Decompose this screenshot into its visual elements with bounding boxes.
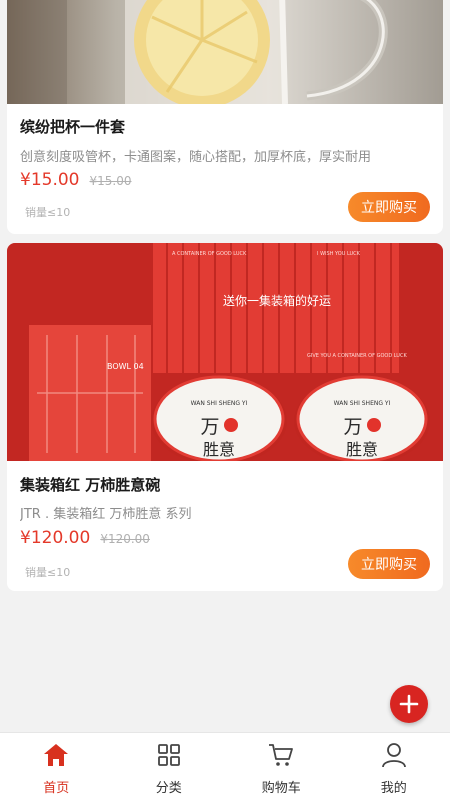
product-description: 创意刻度吸管杯，卡通图案，随心搭配，加厚杯底，厚实耐用	[20, 150, 372, 165]
lemon-glass-image	[7, 0, 443, 104]
product-card[interactable]: 缤纷把杯一件套 创意刻度吸管杯，卡通图案，随心搭配，加厚杯底，厚实耐用 ¥15.…	[7, 0, 443, 234]
price-row: ¥120.00 ¥120.00	[20, 528, 150, 548]
product-price: ¥15.00	[20, 170, 80, 190]
container-slogan: 送你一集装箱的好运	[223, 293, 331, 308]
tab-label: 我的	[380, 781, 407, 796]
product-image[interactable]	[7, 0, 443, 104]
container-small-text-1: A CONTAINER OF GOOD LUCK	[172, 251, 247, 257]
product-image[interactable]: 送你一集装箱的好运 A CONTAINER OF GOOD LUCK I WIS…	[7, 243, 443, 461]
buy-now-button[interactable]: 立即购买	[348, 192, 430, 222]
bowl-char-top: 万	[343, 416, 362, 438]
bottom-tab-bar: 首页 分类 购物车 我的	[0, 732, 450, 800]
tab-home[interactable]: 首页	[0, 733, 113, 800]
product-price: ¥120.00	[20, 528, 91, 548]
tab-label: 首页	[43, 781, 70, 796]
cart-icon	[267, 741, 295, 769]
bowl-char-top: 万	[200, 416, 219, 438]
buy-now-button[interactable]: 立即购买	[348, 549, 430, 579]
bowl-arc-text: WAN SHI SHENG YI	[334, 400, 391, 407]
box-label: BOWL 04	[107, 362, 144, 371]
tab-label: 购物车	[261, 781, 301, 796]
original-price: ¥15.00	[89, 174, 132, 188]
bowl-char-bottom: 胜意	[203, 440, 235, 459]
original-price: ¥120.00	[100, 532, 150, 546]
add-button[interactable]	[390, 685, 428, 723]
tab-cart[interactable]: 购物车	[225, 733, 338, 800]
user-icon	[380, 741, 408, 769]
tab-category[interactable]: 分类	[113, 733, 226, 800]
tab-profile[interactable]: 我的	[338, 733, 450, 800]
sales-count: 销量≤10	[25, 566, 71, 579]
sales-count: 销量≤10	[25, 206, 71, 219]
bowl-right: WAN SHI SHENG YI 万 胜意	[294, 375, 430, 461]
bowl-left: WAN SHI SHENG YI 万 胜意	[151, 375, 287, 461]
container-small-text-3: GIVE YOU A CONTAINER OF GOOD LUCK	[307, 353, 407, 359]
bowl-char-bottom: 胜意	[346, 440, 378, 459]
bowl-arc-text: WAN SHI SHENG YI	[191, 400, 248, 407]
product-title[interactable]: 集装箱红 万柿胜意碗	[20, 474, 160, 495]
bowl-container-image: 送你一集装箱的好运 A CONTAINER OF GOOD LUCK I WIS…	[7, 243, 443, 461]
product-description: JTR . 集装箱红 万柿胜意 系列	[20, 507, 192, 522]
container-small-text-2: I WISH YOU LUCK	[317, 251, 361, 257]
home-icon	[42, 741, 70, 769]
price-row: ¥15.00 ¥15.00	[20, 170, 131, 190]
app-screen: 缤纷把杯一件套 创意刻度吸管杯，卡通图案，随心搭配，加厚杯底，厚实耐用 ¥15.…	[0, 0, 450, 800]
product-card[interactable]: 送你一集装箱的好运 A CONTAINER OF GOOD LUCK I WIS…	[7, 243, 443, 591]
grid-icon	[155, 741, 183, 769]
plus-icon	[399, 694, 419, 714]
tab-label: 分类	[155, 781, 182, 796]
product-title[interactable]: 缤纷把杯一件套	[20, 116, 125, 137]
